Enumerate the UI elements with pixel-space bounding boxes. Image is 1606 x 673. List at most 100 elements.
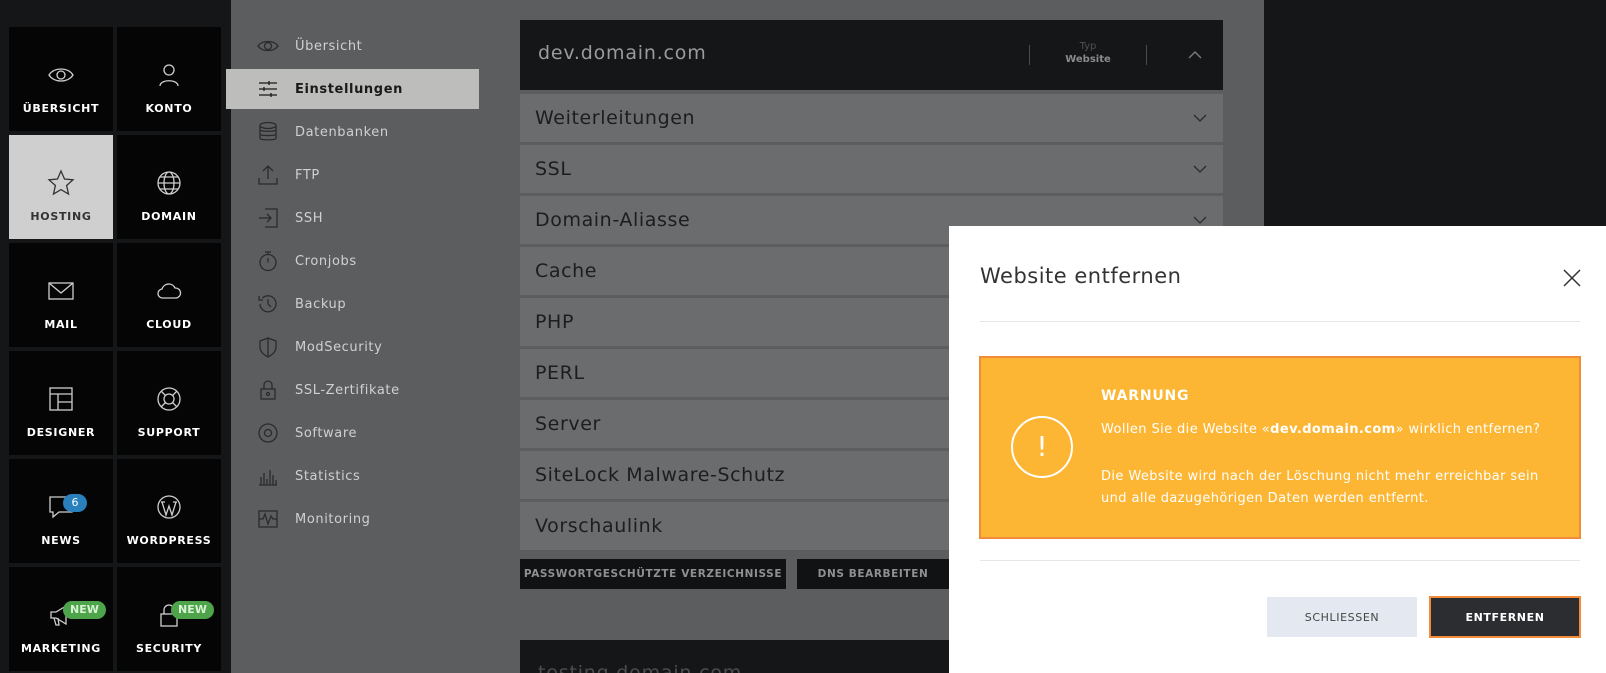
tile-label: HOSTING bbox=[30, 210, 92, 223]
section-weiterleitungen[interactable]: Weiterleitungen bbox=[520, 94, 1223, 142]
modal-divider bbox=[980, 321, 1580, 322]
globe-icon bbox=[157, 171, 181, 195]
section-label: Vorschaulink bbox=[535, 515, 663, 537]
tile-label: MARKETING bbox=[20, 642, 102, 655]
subnav-item-ftp[interactable]: FTP bbox=[231, 155, 479, 195]
tile-mail[interactable]: MAIL bbox=[9, 243, 113, 347]
disc-icon bbox=[258, 423, 278, 443]
tile-designer[interactable]: DESIGNER bbox=[9, 351, 113, 455]
section-label: Domain-Aliasse bbox=[535, 209, 691, 231]
tile-news[interactable]: 6 NEWS bbox=[9, 459, 113, 563]
tile-wordpress[interactable]: WORDPRESS bbox=[117, 459, 221, 563]
close-button[interactable]: SCHLIESSEN bbox=[1267, 597, 1417, 637]
website-header: dev.domain.com Typ Website bbox=[520, 20, 1223, 90]
subnav-item-datenbanken[interactable]: Datenbanken bbox=[231, 112, 479, 152]
chevron-down-icon bbox=[1193, 165, 1207, 173]
password-dirs-button[interactable]: PASSWORTGESCHÜTZTE VERZEICHNISSE bbox=[520, 559, 786, 589]
layout-icon bbox=[49, 387, 73, 411]
subnav-item-ssl-zertifikate[interactable]: SSL-Zertifikate bbox=[231, 370, 479, 410]
chevron-up-icon[interactable] bbox=[1185, 45, 1205, 65]
stopwatch-icon bbox=[259, 251, 277, 272]
user-icon bbox=[159, 64, 179, 87]
wordpress-icon bbox=[157, 495, 181, 519]
subnav-item-modsecurity[interactable]: ModSecurity bbox=[231, 327, 479, 367]
star-icon bbox=[47, 169, 75, 196]
remove-button[interactable]: ENTFERNEN bbox=[1429, 596, 1581, 638]
tile-label: DESIGNER bbox=[26, 426, 96, 439]
tile-label: ÜBERSICHT bbox=[22, 102, 100, 115]
sliders-icon bbox=[259, 81, 277, 97]
section-label: SiteLock Malware-Schutz bbox=[535, 464, 786, 486]
subnav-item-einstellungen[interactable]: Einstellungen bbox=[226, 69, 479, 109]
section-label: Cache bbox=[535, 260, 598, 282]
website-type: Typ Website bbox=[1043, 41, 1133, 65]
main-nav-tiles: ÜBERSICHT KONTO HOSTING DOMAIN MAIL CLOU… bbox=[0, 0, 231, 673]
close-icon[interactable] bbox=[1561, 267, 1583, 289]
subnav-item-software[interactable]: Software bbox=[231, 413, 479, 453]
subnav-label: Backup bbox=[295, 296, 347, 312]
mail-icon bbox=[48, 282, 74, 300]
new-badge: NEW bbox=[63, 601, 106, 619]
shield-icon bbox=[259, 337, 277, 358]
tile-label: SUPPORT bbox=[137, 426, 201, 439]
subnav-label: SSH bbox=[295, 210, 324, 226]
certificate-lock-icon bbox=[260, 380, 276, 400]
tile-hosting[interactable]: HOSTING bbox=[9, 135, 113, 239]
subnav-label: ModSecurity bbox=[295, 339, 383, 355]
subnav-item-monitoring[interactable]: Monitoring bbox=[231, 499, 479, 539]
section-label: Server bbox=[535, 413, 601, 435]
chevron-down-icon bbox=[1193, 216, 1207, 224]
section-ssl[interactable]: SSL bbox=[520, 145, 1223, 193]
website-domain-title: dev.domain.com bbox=[538, 42, 707, 64]
tile-label: CLOUD bbox=[146, 318, 192, 331]
tile-konto[interactable]: KONTO bbox=[117, 27, 221, 131]
subnav-item-statistics[interactable]: Statistics bbox=[231, 456, 479, 496]
modal-title: Website entfernen bbox=[980, 264, 1182, 288]
pulse-icon bbox=[258, 510, 278, 528]
hosting-subnav: Übersicht Einstellungen Datenbanken FTP … bbox=[226, 0, 479, 673]
tile-label: MAIL bbox=[44, 318, 78, 331]
upload-icon bbox=[258, 165, 278, 185]
lifebuoy-icon bbox=[157, 387, 181, 411]
subnav-item-cronjobs[interactable]: Cronjobs bbox=[231, 241, 479, 281]
dns-edit-button[interactable]: DNS BEARBEITEN bbox=[797, 559, 949, 589]
remove-website-modal: Website entfernen ! WARNUNG Wollen Sie d… bbox=[949, 226, 1606, 673]
tile-security[interactable]: NEW SECURITY bbox=[117, 567, 221, 671]
warning-question: Wollen Sie die Website «dev.domain.com» … bbox=[1101, 422, 1541, 437]
tile-label: KONTO bbox=[145, 102, 193, 115]
type-value: Website bbox=[1065, 54, 1111, 65]
chevron-down-icon bbox=[1193, 114, 1207, 122]
warning-text: Die Website wird nach der Löschung nicht… bbox=[1101, 469, 1539, 506]
subnav-label: Einstellungen bbox=[295, 81, 403, 97]
cloud-icon bbox=[157, 283, 182, 299]
subnav-label: Übersicht bbox=[295, 38, 363, 54]
news-count-badge: 6 bbox=[63, 494, 87, 512]
subnav-label: FTP bbox=[295, 167, 320, 183]
exclamation-icon: ! bbox=[1011, 416, 1073, 478]
section-label: PERL bbox=[535, 362, 585, 384]
tile-marketing[interactable]: NEW MARKETING bbox=[9, 567, 113, 671]
tile-cloud[interactable]: CLOUD bbox=[117, 243, 221, 347]
subnav-label: Cronjobs bbox=[295, 253, 357, 269]
tile-label: NEWS bbox=[41, 534, 81, 547]
subnav-item-ssh[interactable]: SSH bbox=[231, 198, 479, 238]
section-label: SSL bbox=[535, 158, 572, 180]
subnav-label: Software bbox=[295, 425, 358, 441]
database-icon bbox=[259, 121, 277, 141]
tile-domain[interactable]: DOMAIN bbox=[117, 135, 221, 239]
subnav-label: SSL-Zertifikate bbox=[295, 382, 400, 398]
tile-support[interactable]: SUPPORT bbox=[117, 351, 221, 455]
history-icon bbox=[258, 295, 277, 313]
subnav-label: Monitoring bbox=[295, 511, 371, 527]
tile-uebersicht[interactable]: ÜBERSICHT bbox=[9, 27, 113, 131]
header-divider bbox=[1029, 45, 1030, 65]
login-icon bbox=[259, 208, 278, 228]
subnav-item-backup[interactable]: Backup bbox=[231, 284, 479, 324]
subnav-item-uebersicht[interactable]: Übersicht bbox=[231, 26, 479, 66]
eye-icon bbox=[48, 68, 74, 82]
header-divider bbox=[1146, 45, 1147, 65]
modal-divider bbox=[980, 560, 1580, 561]
subnav-label: Datenbanken bbox=[295, 124, 389, 140]
tile-label: WORDPRESS bbox=[126, 534, 212, 547]
type-label: Typ bbox=[1079, 41, 1097, 52]
